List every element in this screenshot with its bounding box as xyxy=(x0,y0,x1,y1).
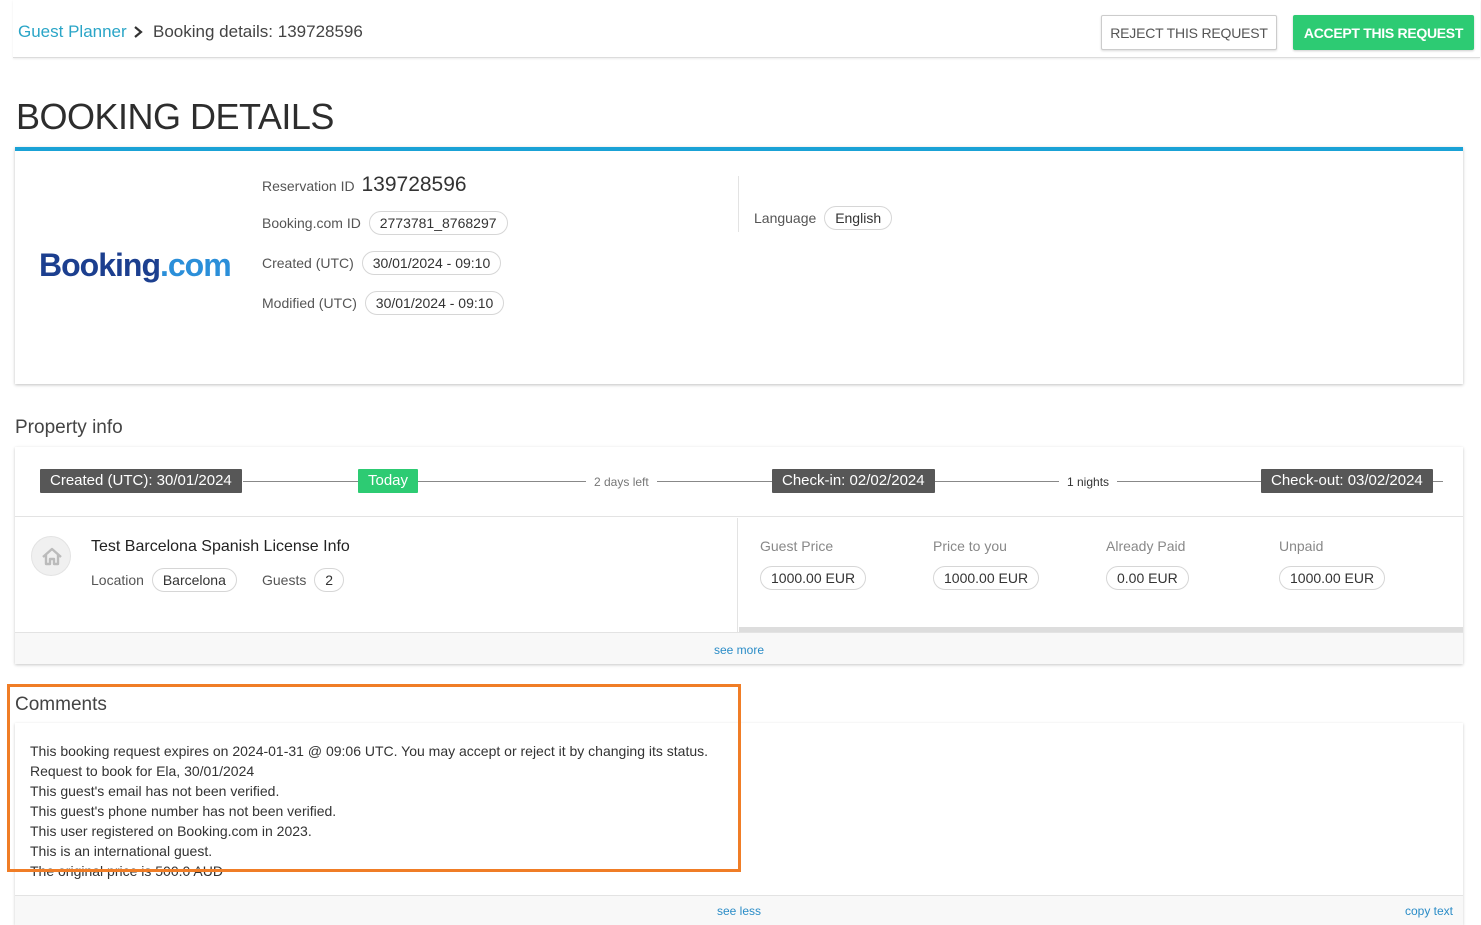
timeline-days-left: 2 days left xyxy=(586,475,657,489)
comment-line: This guest's phone number has not been v… xyxy=(30,803,337,819)
see-more-link[interactable]: see more xyxy=(714,643,764,657)
bookingcom-id-value: 2773781_8768297 xyxy=(368,211,508,235)
bookingcom-id-field: Booking.com ID 2773781_8768297 xyxy=(262,211,508,235)
comment-text: This booking request expires on 2024-01-… xyxy=(30,741,708,881)
comment-line: This guest's email has not been verified… xyxy=(30,783,280,799)
property-summary: Test Barcelona Spanish License Info Loca… xyxy=(15,518,738,632)
price-already-paid-value: 0.00 EUR xyxy=(1106,566,1189,590)
created-value: 30/01/2024 - 09:10 xyxy=(361,251,502,275)
copy-text-link[interactable]: copy text xyxy=(1405,904,1453,918)
location-label: Location xyxy=(91,572,144,588)
property-info-title: Property info xyxy=(15,417,123,438)
created-label: Created (UTC) xyxy=(262,255,354,271)
price-to-you: Price to you 1000.00 EUR xyxy=(933,538,1040,590)
price-unpaid-value: 1000.00 EUR xyxy=(1279,566,1386,590)
reservation-id-label: Reservation ID xyxy=(262,178,355,194)
comment-line: The original price is 500.0 AUD xyxy=(30,863,223,879)
booking-card: Booking.com Reservation ID 139728596 Boo… xyxy=(15,147,1463,384)
stay-timeline: Created (UTC): 30/01/2024 Today 2 days l… xyxy=(15,447,1463,517)
price-already-paid-label: Already Paid xyxy=(1106,538,1186,554)
price-already-paid: Already Paid 0.00 EUR xyxy=(1106,538,1189,590)
property-card: Created (UTC): 30/01/2024 Today 2 days l… xyxy=(15,447,1463,664)
price-unpaid: Unpaid 1000.00 EUR xyxy=(1279,538,1386,590)
accept-request-button[interactable]: ACCEPT THIS REQUEST xyxy=(1293,15,1474,50)
timeline-created-tag: Created (UTC): 30/01/2024 xyxy=(40,469,242,493)
top-bar: Guest Planner Booking details: 139728596… xyxy=(13,0,1480,58)
price-guest: Guest Price 1000.00 EUR xyxy=(760,538,867,590)
modified-value: 30/01/2024 - 09:10 xyxy=(364,291,505,315)
created-field: Created (UTC) 30/01/2024 - 09:10 xyxy=(262,251,502,275)
breadcrumb-current: Booking details: 139728596 xyxy=(153,22,363,41)
price-to-you-value: 1000.00 EUR xyxy=(933,566,1040,590)
modified-label: Modified (UTC) xyxy=(262,295,357,311)
timeline-today-tag: Today xyxy=(358,469,419,493)
reservation-id-field: Reservation ID 139728596 xyxy=(262,173,467,197)
comments-card: This booking request expires on 2024-01-… xyxy=(15,723,1463,925)
language-label: Language xyxy=(754,210,817,226)
comment-line: Request to book for Ela, 30/01/2024 xyxy=(30,763,255,779)
reject-request-button[interactable]: REJECT THIS REQUEST xyxy=(1101,15,1277,50)
logo-main-text: Booking xyxy=(39,247,161,283)
timeline-nights: 1 nights xyxy=(1059,475,1118,489)
reservation-id-value: 139728596 xyxy=(361,173,467,196)
language-field: Language English xyxy=(754,206,893,230)
price-guest-value: 1000.00 EUR xyxy=(760,566,867,590)
comment-line: This is an international guest. xyxy=(30,843,213,859)
timeline-checkout-tag: Check-out: 03/02/2024 xyxy=(1261,469,1433,493)
price-summary: Guest Price 1000.00 EUR Price to you 100… xyxy=(739,518,1463,632)
language-value: English xyxy=(824,206,893,230)
location-field: Location Barcelona xyxy=(91,568,237,592)
see-less-link[interactable]: see less xyxy=(717,904,761,918)
property-name: Test Barcelona Spanish License Info xyxy=(91,538,350,555)
price-unpaid-label: Unpaid xyxy=(1279,538,1324,554)
guests-label: Guests xyxy=(262,572,307,588)
chevron-right-icon xyxy=(134,26,143,38)
price-guest-label: Guest Price xyxy=(760,538,834,554)
guests-field: Guests 2 xyxy=(262,568,345,592)
page-title: BOOKING DETAILS xyxy=(16,96,334,137)
booking-com-logo: Booking.com xyxy=(39,247,232,284)
breadcrumb-guest-planner[interactable]: Guest Planner xyxy=(18,22,127,42)
guests-value: 2 xyxy=(314,568,345,592)
modified-field: Modified (UTC) 30/01/2024 - 09:10 xyxy=(262,291,505,315)
see-more-bar: see more xyxy=(15,632,1463,664)
bookingcom-id-label: Booking.com ID xyxy=(262,215,361,231)
location-value: Barcelona xyxy=(151,568,237,592)
timeline-checkin-tag: Check-in: 02/02/2024 xyxy=(772,469,935,493)
column-divider xyxy=(738,176,739,232)
logo-dotcom-text: .com xyxy=(159,247,232,283)
house-icon xyxy=(31,536,71,576)
comment-line: This user registered on Booking.com in 2… xyxy=(30,823,312,839)
comments-footer: see less copy text xyxy=(15,895,1463,925)
comments-title: Comments xyxy=(15,694,107,715)
price-to-you-label: Price to you xyxy=(933,538,1007,554)
comment-line: This booking request expires on 2024-01-… xyxy=(30,743,709,759)
